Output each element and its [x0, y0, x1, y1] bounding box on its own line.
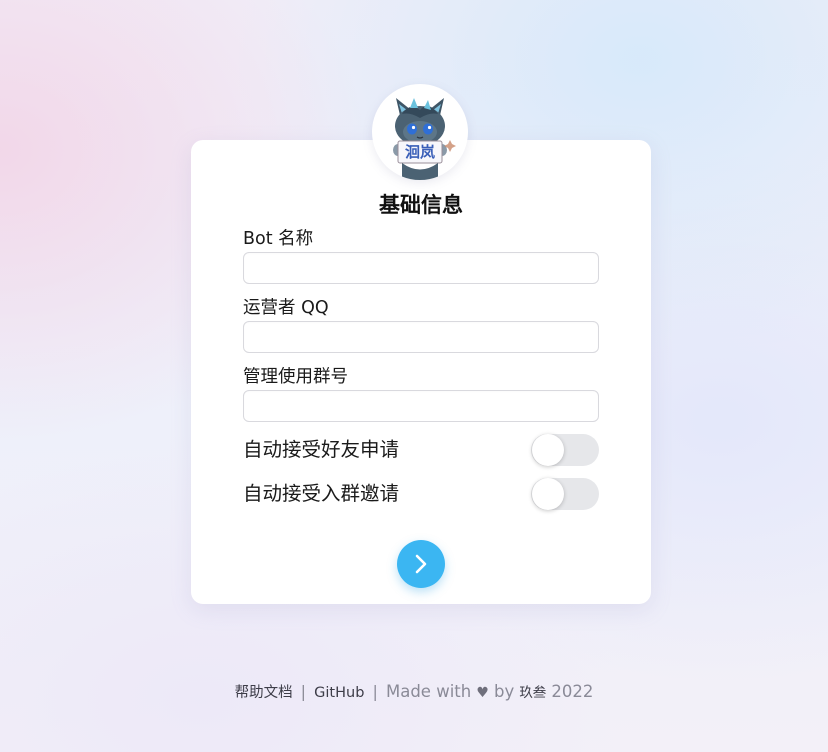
help-docs-link[interactable]: 帮助文档 — [235, 685, 293, 701]
avatar: 洄岚 — [372, 84, 468, 180]
made-with-text: Made with — [385, 682, 472, 701]
next-button[interactable] — [397, 540, 445, 588]
bot-name-label: Bot 名称 — [243, 229, 314, 249]
auto-accept-friend-toggle[interactable] — [531, 434, 599, 466]
auto-accept-friend-label: 自动接受好友申请 — [243, 438, 400, 461]
operator-qq-label: 运营者 QQ — [243, 298, 329, 318]
admin-group-label: 管理使用群号 — [243, 367, 348, 387]
chevron-right-icon — [415, 554, 427, 574]
avatar-sign-text: 洄岚 — [404, 143, 435, 161]
footer-separator: | — [372, 682, 378, 701]
operator-qq-input[interactable] — [243, 321, 599, 353]
github-link[interactable]: GitHub — [314, 685, 364, 701]
toggle-knob — [532, 478, 564, 510]
author-name: 玖叁 — [519, 685, 547, 701]
toggle-knob — [532, 434, 564, 466]
mascot-illustration — [393, 98, 456, 180]
footer: 帮助文档 | GitHub | Made with ♥ by 玖叁 2022 — [0, 680, 828, 705]
auto-accept-group-toggle[interactable] — [531, 478, 599, 510]
copyright-year: 2022 — [551, 682, 594, 701]
heart-icon: ♥ — [476, 685, 489, 701]
admin-group-input[interactable] — [243, 390, 599, 422]
card-title: 基础信息 — [379, 193, 463, 217]
by-text: by — [493, 682, 515, 701]
footer-separator: | — [300, 682, 307, 701]
bot-name-input[interactable] — [243, 252, 599, 284]
basic-info-card: 基础信息 Bot 名称 运营者 QQ 管理使用群号 自动接受好友申请 自动接受入… — [191, 140, 651, 604]
auto-accept-group-label: 自动接受入群邀请 — [243, 482, 400, 505]
